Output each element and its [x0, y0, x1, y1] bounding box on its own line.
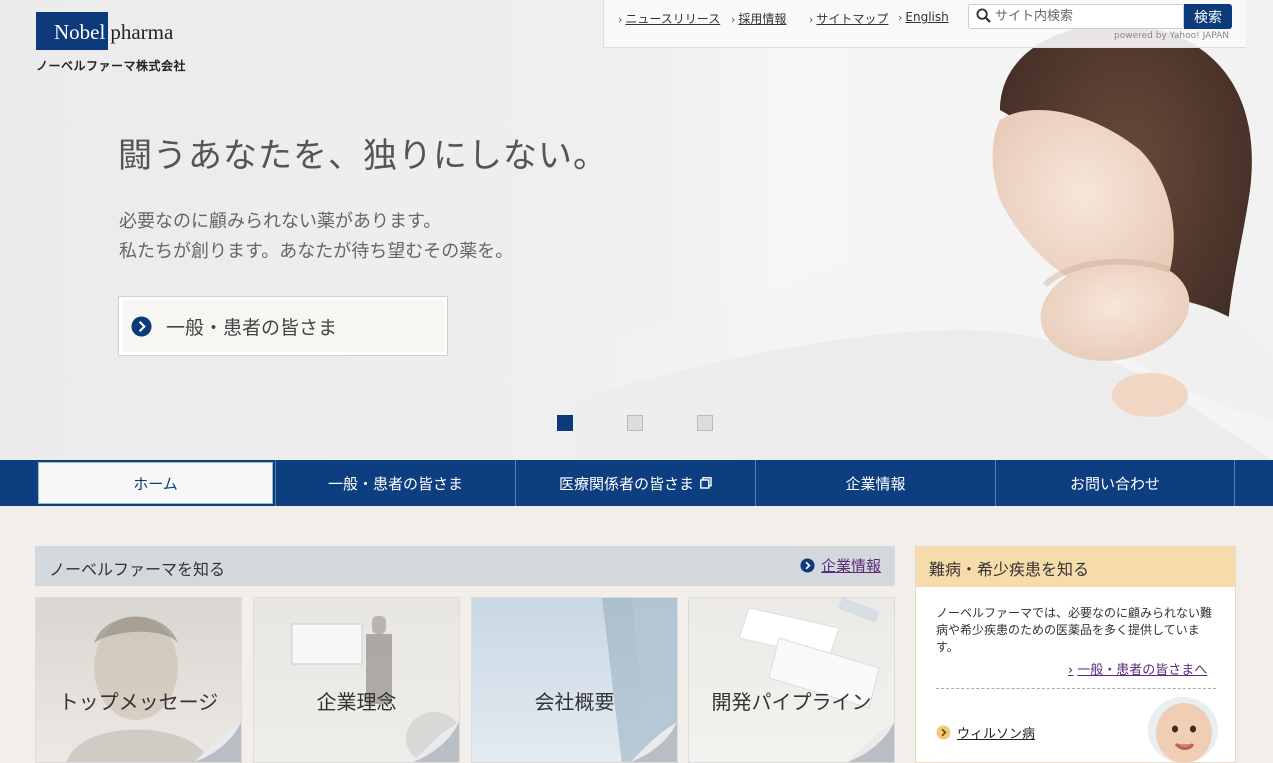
disease-link-wilson[interactable]: ウィルソン病 — [936, 723, 1035, 742]
nav-item-corporate[interactable]: 企業情報 — [755, 460, 995, 506]
page-curl-icon — [195, 722, 241, 762]
nav-item-medical[interactable]: 医療関係者の皆さま — [515, 460, 755, 506]
search-box — [968, 4, 1184, 29]
card-label: 企業理念 — [316, 690, 397, 714]
chevron-right-icon: › — [898, 11, 903, 24]
chevron-right-icon: › — [731, 13, 736, 26]
util-link-news[interactable]: › ニュースリリース — [618, 10, 720, 27]
logo[interactable]: Nobel pharma ノーベルファーマ株式会社 — [36, 12, 186, 74]
hero-photo-mother-baby — [530, 0, 1273, 460]
search-icon — [976, 8, 991, 23]
baby-thumbnail — [1148, 697, 1218, 763]
rare-disease-panel: 難病・希少疾患を知る ノーベルファーマでは、必要なのに顧みられない難病や希少疾患… — [915, 546, 1236, 763]
card-pipeline[interactable]: 開発パイプライン — [688, 597, 895, 763]
card-label: 会社概要 — [534, 690, 615, 714]
chevron-right-icon: › — [618, 13, 623, 26]
slide-dot-3[interactable] — [697, 415, 713, 431]
about-section-title: ノーベルファーマを知る — [49, 560, 226, 579]
corporate-info-link[interactable]: 企業情報 — [800, 555, 881, 576]
hero-cta-button[interactable]: 一般・患者の皆さま — [118, 296, 448, 356]
chevron-circle-icon — [800, 558, 815, 573]
slide-dot-2[interactable] — [627, 415, 643, 431]
card-top-message[interactable]: トップメッセージ — [35, 597, 242, 763]
util-link-sitemap[interactable]: › サイトマップ — [809, 10, 888, 27]
chevron-right-icon: › — [1068, 663, 1074, 678]
nav-item-contact[interactable]: お問い合わせ — [995, 460, 1235, 506]
chevron-right-icon: › — [809, 13, 814, 26]
util-link-recruit[interactable]: › 採用情報 — [731, 10, 786, 27]
search-input[interactable] — [995, 6, 1180, 27]
page-curl-icon — [631, 722, 677, 762]
about-section-header: ノーベルファーマを知る 企業情報 — [35, 546, 895, 586]
hero-cta-label: 一般・患者の皆さま — [166, 316, 338, 339]
card-philosophy[interactable]: 企業理念 — [253, 597, 460, 763]
search-button[interactable]: 検索 — [1184, 4, 1232, 29]
utility-bar: ›ニュースリリース ›採用情報 ›サイトマップ ›English 検索 powe… — [603, 0, 1246, 48]
global-nav: ホーム 一般・患者の皆さま 医療関係者の皆さま 企業情報 お問い合わせ — [0, 460, 1273, 506]
logo-mark: Nobel — [36, 12, 109, 50]
card-label: トップメッセージ — [58, 690, 219, 714]
slide-dot-1[interactable] — [557, 415, 573, 431]
search-powered-by: powered by Yahoo! JAPAN — [1114, 31, 1229, 41]
hero-subline-1: 必要なのに顧みられない薬があります。 — [119, 211, 442, 232]
card-label: 開発パイプライン — [711, 690, 872, 714]
hero-headline: 闘うあなたを、独りにしない。 — [118, 136, 608, 176]
hero-subline-2: 私たちが創ります。あなたが待ち望むその薬を。 — [119, 241, 514, 262]
chevron-circle-icon — [936, 725, 951, 740]
nav-item-home[interactable]: ホーム — [36, 460, 275, 506]
logo-wordmark: pharma — [110, 20, 174, 44]
card-company-profile[interactable]: 会社概要 — [471, 597, 678, 763]
rare-disease-title: 難病・希少疾患を知る — [916, 547, 1235, 587]
page-curl-icon — [413, 722, 459, 762]
patients-link[interactable]: › 一般・患者の皆さまへ — [1068, 659, 1207, 678]
util-link-english[interactable]: › English — [898, 10, 949, 24]
divider — [936, 688, 1216, 689]
page-curl-icon — [848, 722, 894, 762]
nav-item-patients[interactable]: 一般・患者の皆さま — [275, 460, 515, 506]
chevron-circle-icon — [131, 315, 152, 337]
rare-disease-description: ノーベルファーマでは、必要なのに顧みられない難病や希少疾患のための医薬品を多く提… — [936, 606, 1213, 654]
hero-banner: Nobel pharma ノーベルファーマ株式会社 › ニュースリリース › 採用情… — [0, 0, 1273, 460]
logo-subtitle: ノーベルファーマ株式会社 — [36, 59, 187, 73]
external-window-icon — [700, 477, 712, 489]
